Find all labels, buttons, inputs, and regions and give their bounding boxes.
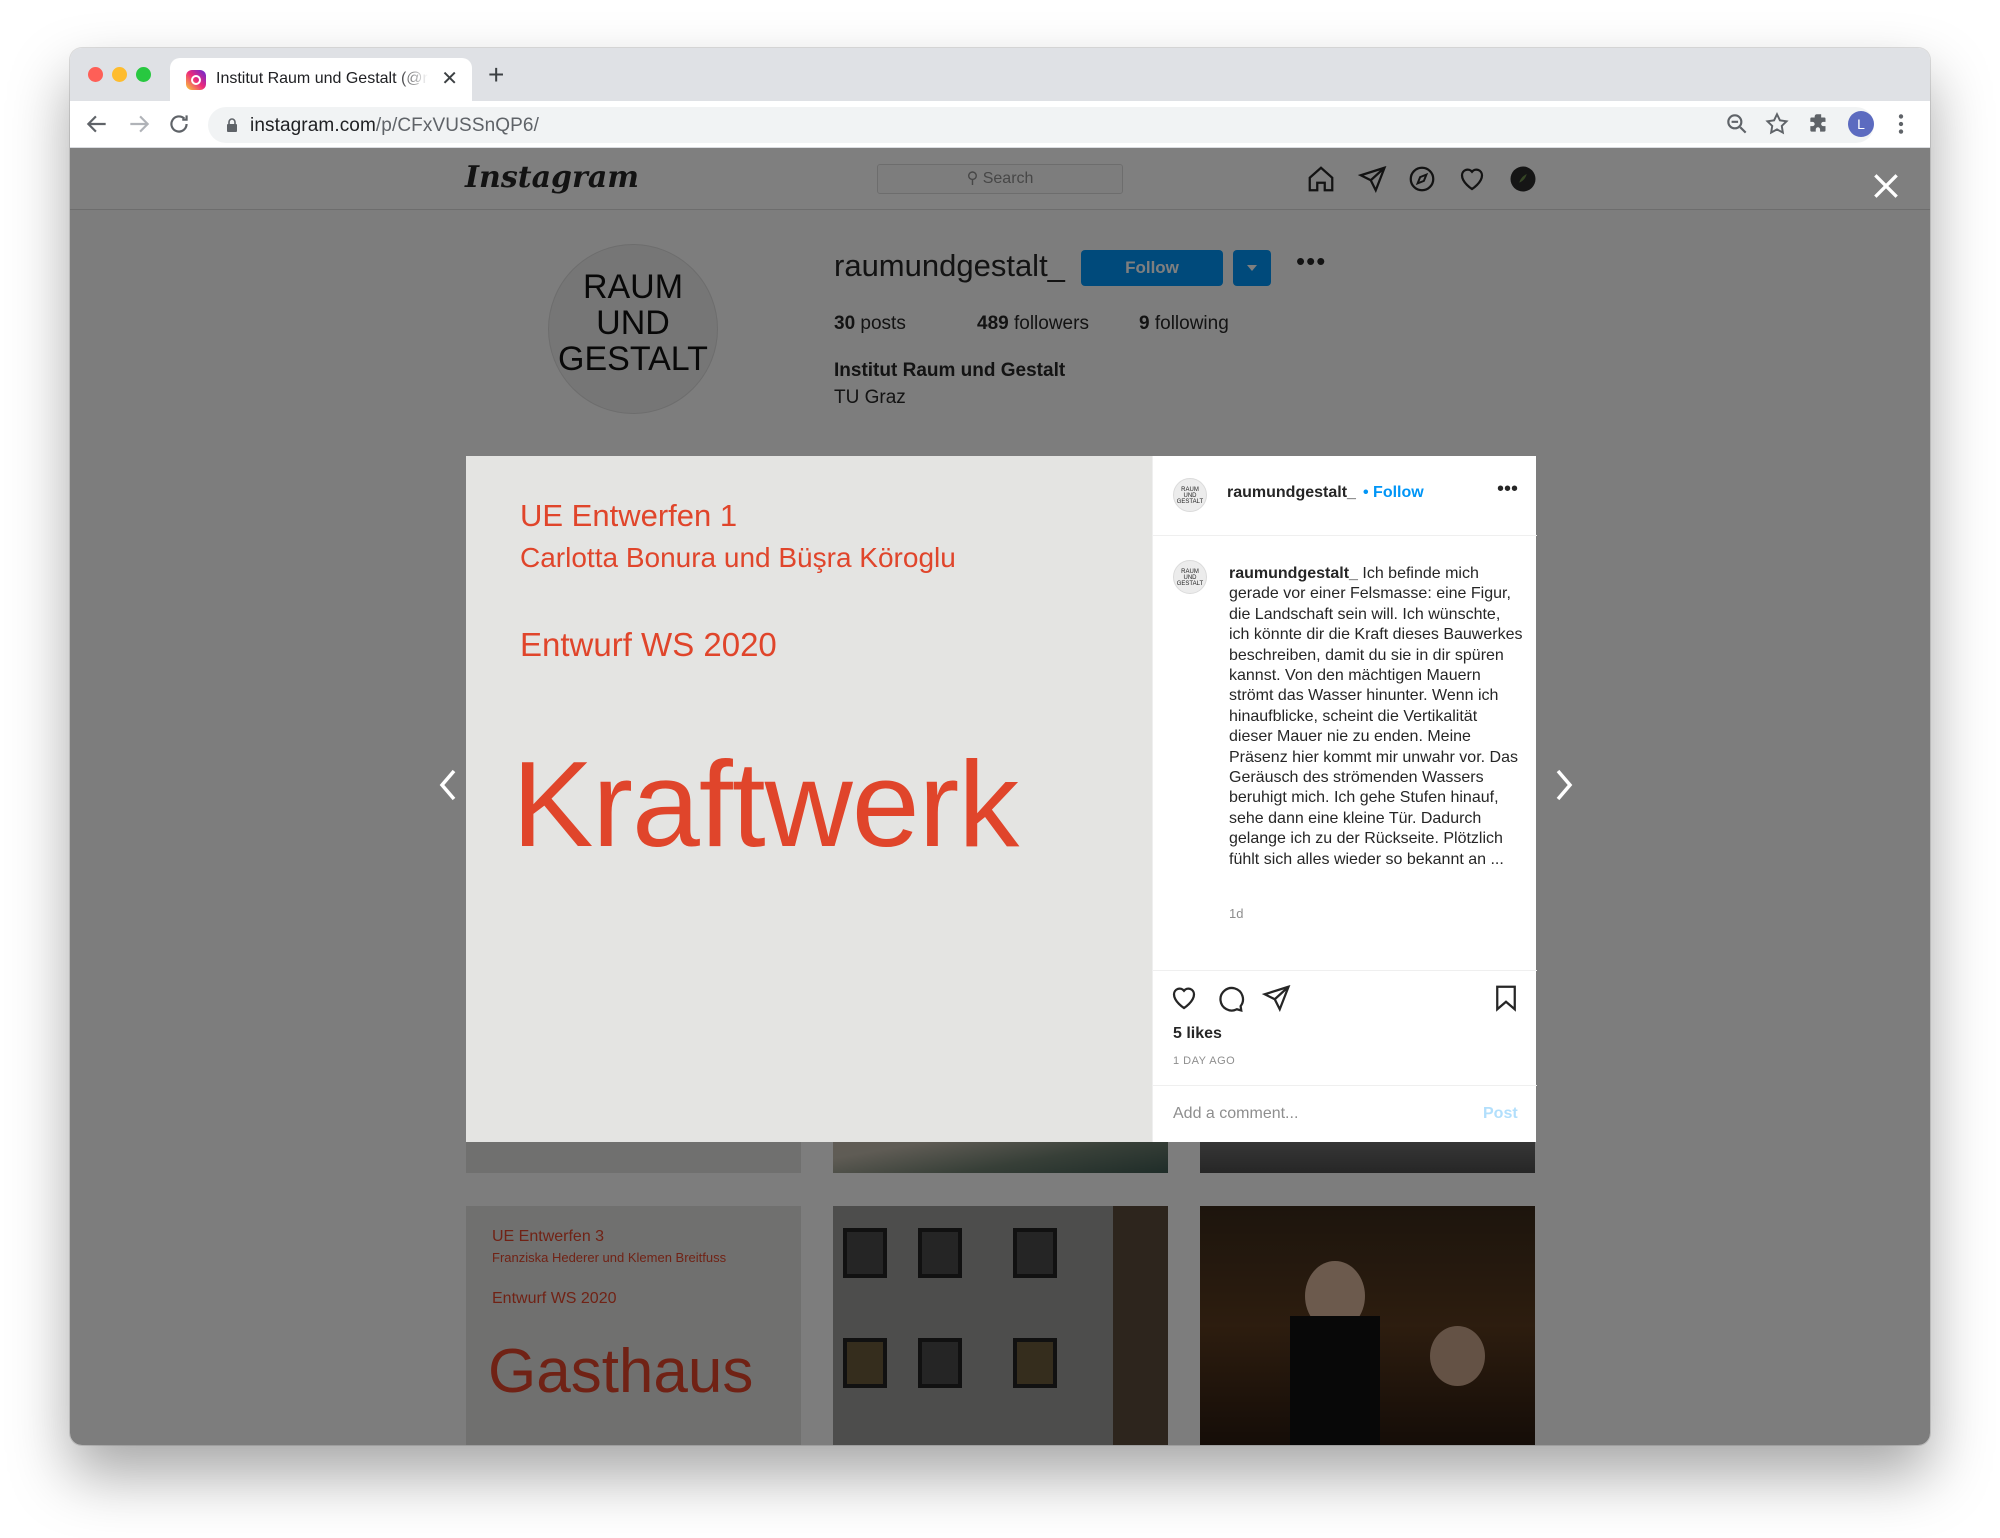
url-text: instagram.com/p/CFxVUSSnQP6/ xyxy=(250,115,539,137)
next-post-icon[interactable] xyxy=(1552,765,1576,805)
new-tab-button[interactable]: + xyxy=(488,60,504,90)
bookmark-star-icon[interactable] xyxy=(1764,111,1790,137)
caption-username[interactable]: raumundgestalt_ xyxy=(1229,565,1358,582)
comment-form: Add a comment... Post xyxy=(1153,1085,1537,1143)
post-follow-link[interactable]: • Follow xyxy=(1363,484,1424,502)
instagram-page: Instagram ⚲ Search RAUM UND GESTALT raum… xyxy=(70,148,1930,1445)
image-headline: Kraftwerk xyxy=(512,736,1019,872)
post-comment-button[interactable]: Post xyxy=(1483,1105,1518,1123)
post-date: 1 DAY AGO xyxy=(1173,1055,1236,1067)
comment-input[interactable]: Add a comment... xyxy=(1173,1105,1298,1123)
browser-toolbar: instagram.com/p/CFxVUSSnQP6/ L xyxy=(70,101,1930,148)
close-window-button[interactable] xyxy=(88,67,103,82)
url-host: instagram.com xyxy=(250,115,376,136)
forward-icon[interactable] xyxy=(126,111,152,137)
close-icon[interactable] xyxy=(1870,170,1902,202)
zoom-icon[interactable] xyxy=(1724,111,1750,137)
browser-menu-icon[interactable] xyxy=(1888,111,1914,137)
likes-count[interactable]: 5 likes xyxy=(1173,1025,1222,1043)
caption-text: Ich befinde mich gerade vor einer Felsma… xyxy=(1229,565,1523,868)
post-options-icon[interactable]: ••• xyxy=(1497,478,1518,501)
maximize-window-button[interactable] xyxy=(136,67,151,82)
tab-strip: Institut Raum und Gestalt (@raumundgesta… xyxy=(70,48,1930,101)
post-author-username[interactable]: raumundgestalt_ xyxy=(1227,484,1356,502)
post-image[interactable]: UE Entwerfen 1 Carlotta Bonura und Büşra… xyxy=(466,456,1152,1142)
image-authors: Carlotta Bonura und Büşra Köroglu xyxy=(520,542,956,573)
browser-window: Institut Raum und Gestalt (@raumundgesta… xyxy=(70,48,1930,1445)
post-author-avatar[interactable]: RAUM UND GESTALT xyxy=(1173,478,1207,512)
previous-post-icon[interactable] xyxy=(436,765,460,805)
tab-close-icon[interactable]: ✕ xyxy=(441,67,458,91)
lock-icon xyxy=(227,118,237,132)
share-icon[interactable] xyxy=(1261,983,1291,1013)
back-icon[interactable] xyxy=(84,111,110,137)
url-path: /p/CFxVUSSnQP6/ xyxy=(375,115,539,136)
post-header: RAUM UND GESTALT raumundgestalt_ • Follo… xyxy=(1153,456,1537,536)
extensions-icon[interactable] xyxy=(1806,111,1832,137)
caption-timestamp: 1d xyxy=(1229,906,1244,921)
tab-title: Institut Raum und Gestalt (@raumundgesta… xyxy=(216,70,428,87)
post-caption: raumundgestalt_ Ich befinde mich gerade … xyxy=(1229,564,1525,870)
minimize-window-button[interactable] xyxy=(112,67,127,82)
address-bar[interactable]: instagram.com/p/CFxVUSSnQP6/ xyxy=(208,107,1874,143)
comment-icon[interactable] xyxy=(1215,983,1245,1013)
save-bookmark-icon[interactable] xyxy=(1491,983,1521,1013)
image-course-title: UE Entwerfen 1 xyxy=(520,498,738,533)
like-heart-icon[interactable] xyxy=(1169,983,1199,1013)
post-actions: 5 likes 1 DAY AGO Add a comment... Post xyxy=(1153,970,1537,1142)
caption-avatar[interactable]: RAUM UND GESTALT xyxy=(1173,560,1207,594)
post-modal: UE Entwerfen 1 Carlotta Bonura und Büşra… xyxy=(466,456,1537,1142)
avatar-line: GESTALT xyxy=(1176,581,1204,587)
image-semester: Entwurf WS 2020 xyxy=(520,626,777,663)
reload-icon[interactable] xyxy=(166,111,192,137)
instagram-favicon-icon xyxy=(186,70,206,90)
avatar-line: GESTALT xyxy=(1176,499,1204,505)
post-sidebar: RAUM UND GESTALT raumundgestalt_ • Follo… xyxy=(1152,456,1537,1142)
browser-tab[interactable]: Institut Raum und Gestalt (@raumundgesta… xyxy=(170,58,472,101)
browser-profile-avatar[interactable]: L xyxy=(1848,111,1874,137)
